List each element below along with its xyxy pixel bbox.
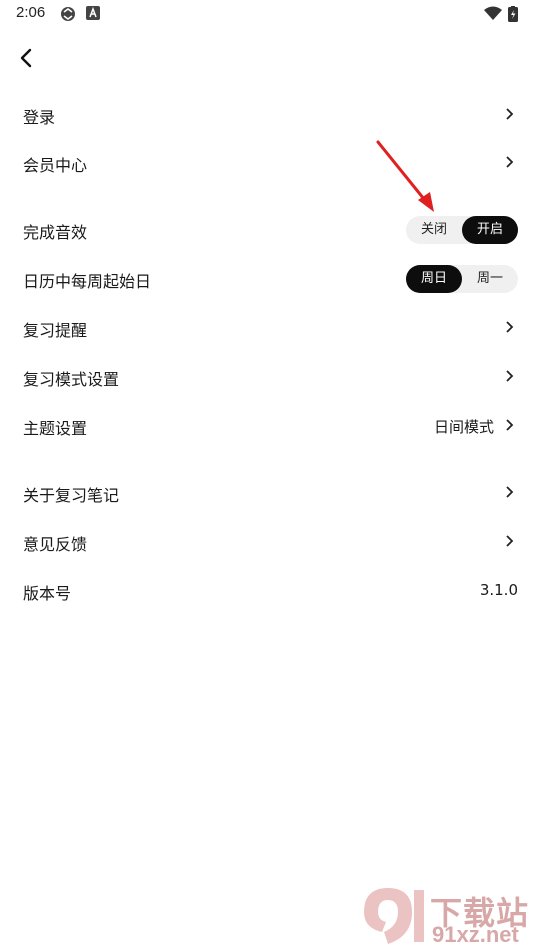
setting-row-review-mode[interactable]: 复习模式设置 [0,354,534,400]
setting-row-complete-sound: 完成音效 关闭 开启 [0,207,534,253]
setting-row-about[interactable]: 关于复习笔记 [0,470,534,516]
chevron-right-icon [506,156,514,168]
chevron-right-icon [506,370,514,382]
back-button[interactable] [14,44,40,72]
setting-row-login[interactable]: 登录 [0,92,534,138]
chevron-right-icon [506,419,514,431]
annotation-arrow [376,140,434,212]
setting-label: 复习提醒 [23,321,88,340]
setting-row-review-reminder[interactable]: 复习提醒 [0,305,534,351]
wifi-icon [484,6,502,20]
setting-label: 关于复习笔记 [23,486,120,505]
setting-row-theme[interactable]: 主题设置 日间模式 [0,403,534,449]
sync-icon [61,7,75,21]
status-bar: 2:06 [0,0,534,28]
setting-label: 完成音效 [23,223,88,242]
setting-row-feedback[interactable]: 意见反馈 [0,519,534,565]
setting-label: 版本号 [23,584,72,603]
chevron-right-icon [506,535,514,547]
status-time: 2:06 [16,4,46,21]
setting-label: 会员中心 [23,156,88,175]
complete-sound-toggle[interactable]: 关闭 开启 [406,216,518,244]
week-start-toggle[interactable]: 周日 周一 [406,265,518,293]
setting-label: 复习模式设置 [23,370,120,389]
setting-label: 主题设置 [23,419,88,438]
sound-on-option[interactable]: 开启 [462,216,518,244]
setting-row-week-start: 日历中每周起始日 周日 周一 [0,256,534,302]
chevron-right-icon [506,321,514,333]
version-value: 3.1.0 [479,581,518,599]
battery-icon [508,6,518,22]
chevron-right-icon [506,486,514,498]
setting-row-version: 版本号 3.1.0 [0,568,534,614]
watermark-url: 91xz.net [432,922,519,947]
setting-row-member-center[interactable]: 会员中心 [0,140,534,186]
setting-label: 意见反馈 [23,535,88,554]
app-notification-icon [86,6,100,20]
chevron-right-icon [506,108,514,120]
setting-label: 日历中每周起始日 [23,272,152,291]
sound-off-option[interactable]: 关闭 [406,216,462,244]
week-start-monday-option[interactable]: 周一 [462,265,518,293]
week-start-sunday-option[interactable]: 周日 [406,265,462,293]
setting-label: 登录 [23,108,56,127]
theme-value: 日间模式 [433,418,494,436]
